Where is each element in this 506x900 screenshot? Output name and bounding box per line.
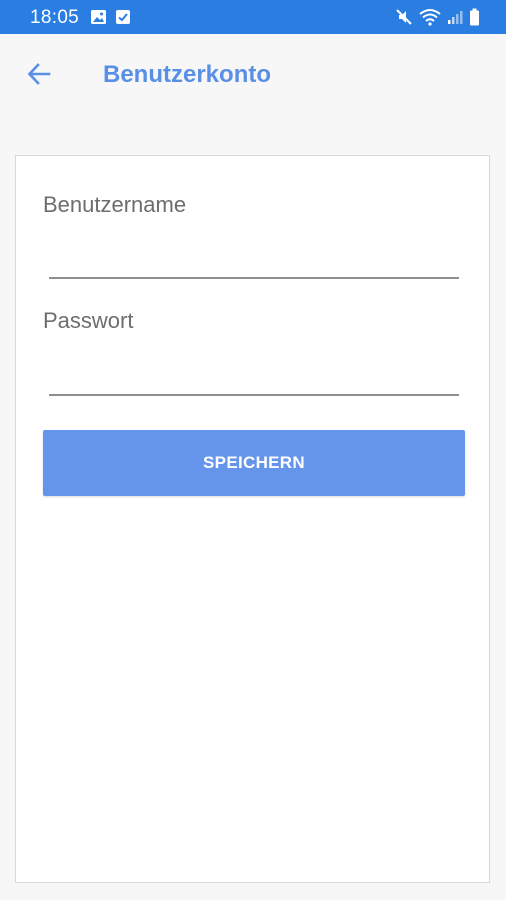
signal-icon	[447, 9, 463, 25]
image-icon	[90, 9, 107, 25]
save-button[interactable]: SPEICHERN	[43, 430, 465, 496]
password-field[interactable]	[49, 360, 459, 396]
checkbox-icon	[115, 9, 131, 25]
battery-icon	[469, 8, 480, 26]
account-form-card: Benutzername Passwort SPEICHERN	[15, 155, 490, 883]
mute-icon	[395, 8, 413, 26]
page-title: Benutzerkonto	[103, 61, 271, 88]
app-bar: Benutzerkonto	[0, 34, 506, 120]
password-label: Passwort	[43, 308, 134, 333]
arrow-left-icon[interactable]	[26, 61, 52, 87]
username-label: Benutzername	[43, 192, 187, 217]
wifi-icon	[419, 8, 441, 26]
status-left-icons	[90, 9, 131, 25]
status-right-icons	[395, 8, 480, 26]
username-field[interactable]	[49, 243, 459, 279]
status-bar: 18:05	[0, 0, 506, 34]
status-time: 18:05	[30, 7, 80, 28]
